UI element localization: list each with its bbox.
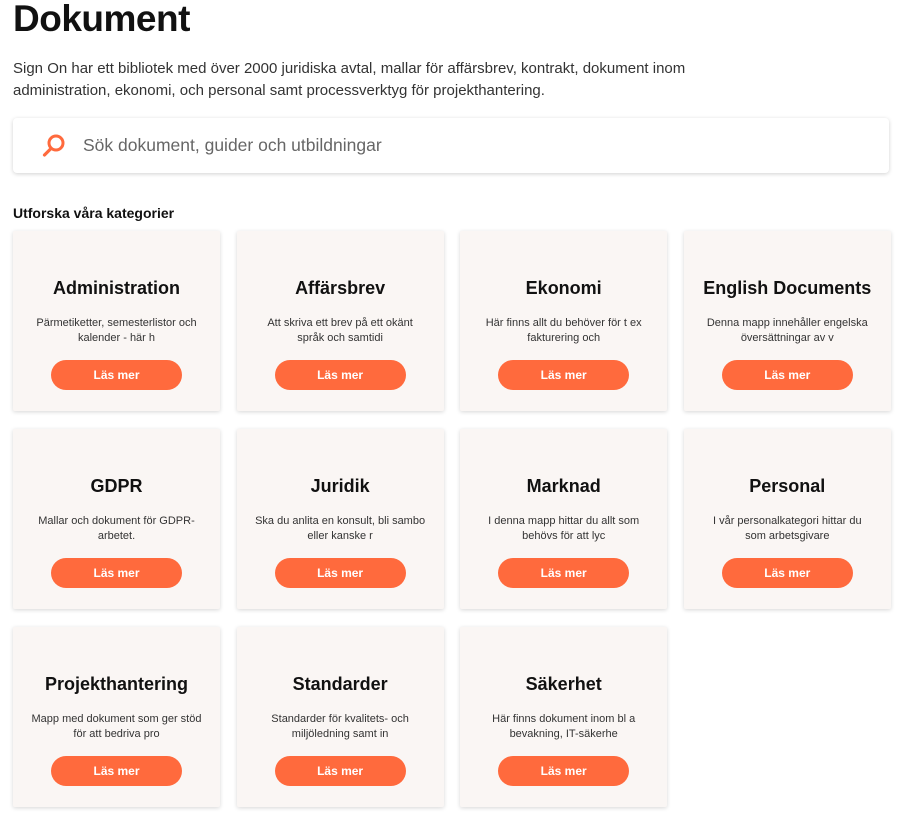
category-card-administration[interactable]: Administration Pärmetiketter, semesterli…	[13, 231, 220, 411]
category-card-marknad[interactable]: Marknad I denna mapp hittar du allt som …	[460, 429, 668, 609]
category-title: Affärsbrev	[295, 278, 386, 298]
read-more-button[interactable]: Läs mer	[274, 558, 406, 588]
categories-heading: Utforska våra kategorier	[13, 205, 175, 221]
category-title: Personal	[749, 476, 826, 496]
category-title: Administration	[52, 278, 180, 298]
read-more-button[interactable]: Läs mer	[274, 756, 406, 786]
search-icon[interactable]	[41, 133, 67, 159]
category-description: Pärmetiketter, semesterlistor och kalend…	[36, 317, 197, 344]
category-title: Projekthantering	[44, 674, 189, 694]
category-description: Ska du anlita en konsult, bli sambo elle…	[255, 515, 426, 542]
category-card-projekthantering[interactable]: Projekthantering Mapp med dokument som g…	[13, 627, 220, 807]
category-title: Säkerhet	[525, 674, 602, 694]
category-card-personal[interactable]: Personal I vår personalkategori hittar d…	[683, 429, 891, 609]
intro-text: Sign On har ett bibliotek med över 2000 …	[13, 60, 686, 99]
category-title: Standarder	[292, 674, 388, 694]
category-title: Marknad	[526, 476, 601, 496]
category-description: I denna mapp hittar du allt som behövs f…	[488, 515, 640, 542]
read-more-button[interactable]: Läs mer	[721, 558, 853, 588]
category-description: Denna mapp innehåller engelska översättn…	[706, 317, 868, 344]
category-card-standarder[interactable]: Standarder Standarder för kvalitets- och…	[236, 627, 444, 807]
category-card-sakerhet[interactable]: Säkerhet Här finns dokument inom bl a be…	[460, 627, 668, 807]
category-card-english-documents[interactable]: English Documents Denna mapp innehåller …	[683, 231, 891, 411]
category-title: Juridik	[310, 476, 370, 496]
page-title: Dokument	[13, 0, 190, 39]
category-description: I vår personalkategori hittar du som arb…	[712, 515, 862, 542]
read-more-button[interactable]: Läs mer	[498, 360, 630, 390]
category-card-gdpr[interactable]: GDPR Mallar och dokument för GDPR-arbete…	[13, 429, 220, 609]
category-title: GDPR	[90, 476, 143, 496]
read-more-button[interactable]: Läs mer	[274, 360, 406, 390]
category-description: Här finns dokument inom bl a bevakning, …	[492, 713, 636, 740]
read-more-button[interactable]: Läs mer	[498, 756, 630, 786]
read-more-button[interactable]: Läs mer	[51, 756, 182, 786]
search-bar[interactable]	[13, 118, 889, 173]
read-more-button[interactable]: Läs mer	[721, 360, 853, 390]
category-description: Mallar och dokument för GDPR-arbetet.	[38, 515, 195, 542]
category-card-affarsbrev[interactable]: Affärsbrev Att skriva ett brev på ett ok…	[236, 231, 444, 411]
category-grid: Administration Pärmetiketter, semesterli…	[13, 231, 891, 807]
category-description: Mapp med dokument som ger stöd för att b…	[31, 713, 202, 740]
category-title: English Documents	[703, 278, 872, 298]
read-more-button[interactable]: Läs mer	[498, 558, 630, 588]
read-more-button[interactable]: Läs mer	[51, 360, 182, 390]
read-more-button[interactable]: Läs mer	[51, 558, 182, 588]
search-input[interactable]	[81, 134, 889, 157]
category-card-ekonomi[interactable]: Ekonomi Här finns allt du behöver för t …	[460, 231, 668, 411]
category-description: Här finns allt du behöver för t ex faktu…	[485, 317, 642, 344]
category-description: Att skriva ett brev på ett okänt språk o…	[267, 317, 413, 344]
category-title: Ekonomi	[525, 278, 602, 298]
category-description: Standarder för kvalitets- och miljöledni…	[271, 713, 409, 740]
category-card-juridik[interactable]: Juridik Ska du anlita en konsult, bli sa…	[236, 429, 444, 609]
